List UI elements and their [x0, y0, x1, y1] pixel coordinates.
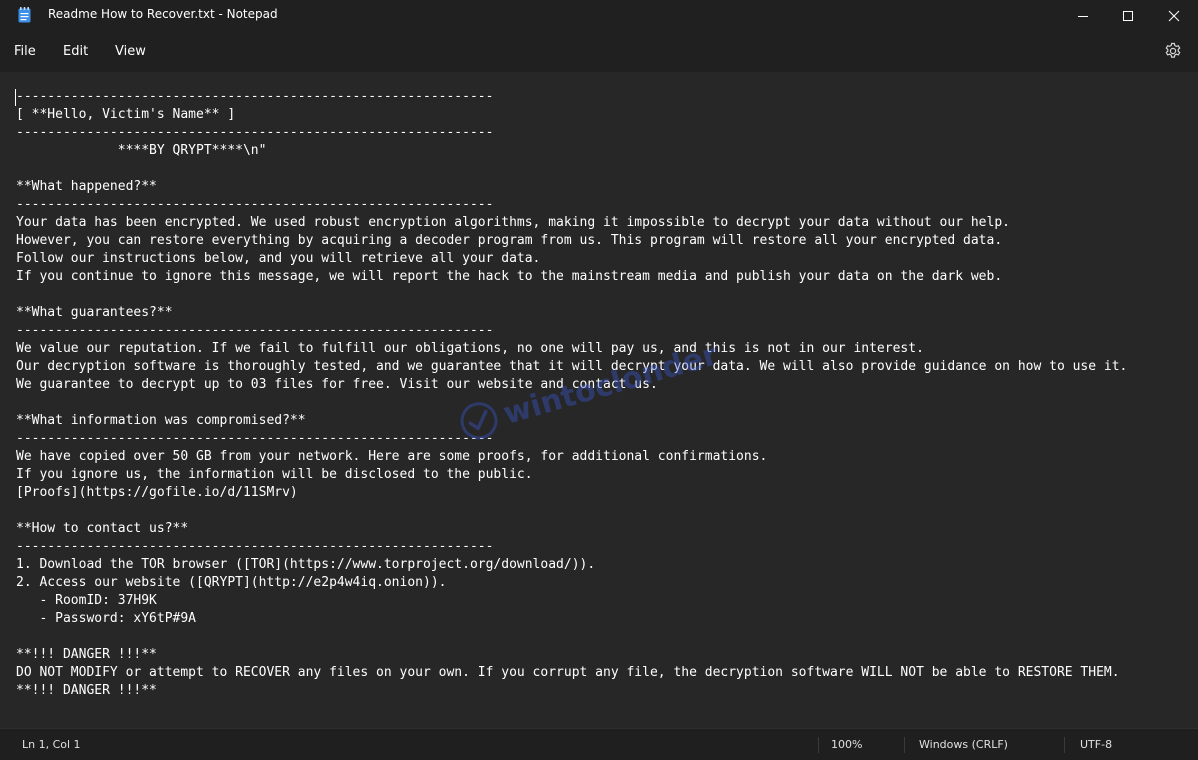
- minimize-icon: [1078, 16, 1088, 17]
- text-editor[interactable]: ----------------------------------------…: [0, 72, 1198, 728]
- maximize-icon: [1123, 11, 1133, 21]
- close-icon: [1168, 10, 1180, 22]
- zoom-level[interactable]: 100%: [831, 738, 862, 751]
- encoding: UTF-8: [1080, 738, 1113, 751]
- menu-bar: File Edit View: [0, 32, 1198, 72]
- status-divider: [904, 737, 905, 753]
- menu-view[interactable]: View: [115, 44, 146, 59]
- cursor-position: Ln 1, Col 1: [22, 738, 81, 751]
- editor-content[interactable]: ----------------------------------------…: [16, 88, 1127, 700]
- line-ending: Windows (CRLF): [919, 738, 1008, 751]
- status-divider: [1064, 737, 1065, 753]
- gear-icon[interactable]: [1164, 42, 1182, 60]
- maximize-button[interactable]: [1105, 0, 1151, 32]
- menu-edit[interactable]: Edit: [63, 44, 88, 59]
- window-title: Readme How to Recover.txt - Notepad: [48, 7, 278, 21]
- notepad-window: Readme How to Recover.txt - Notepad File…: [0, 0, 1198, 760]
- notepad-icon: [18, 7, 31, 23]
- status-divider: [818, 737, 819, 753]
- title-bar[interactable]: Readme How to Recover.txt - Notepad: [0, 0, 1198, 32]
- text-caret: [15, 89, 16, 106]
- vertical-scrollbar[interactable]: [1190, 72, 1198, 728]
- menu-file[interactable]: File: [14, 44, 36, 59]
- close-button[interactable]: [1151, 0, 1197, 32]
- status-bar: Ln 1, Col 1 100% Windows (CRLF) UTF-8: [0, 728, 1198, 760]
- minimize-button[interactable]: [1060, 0, 1106, 32]
